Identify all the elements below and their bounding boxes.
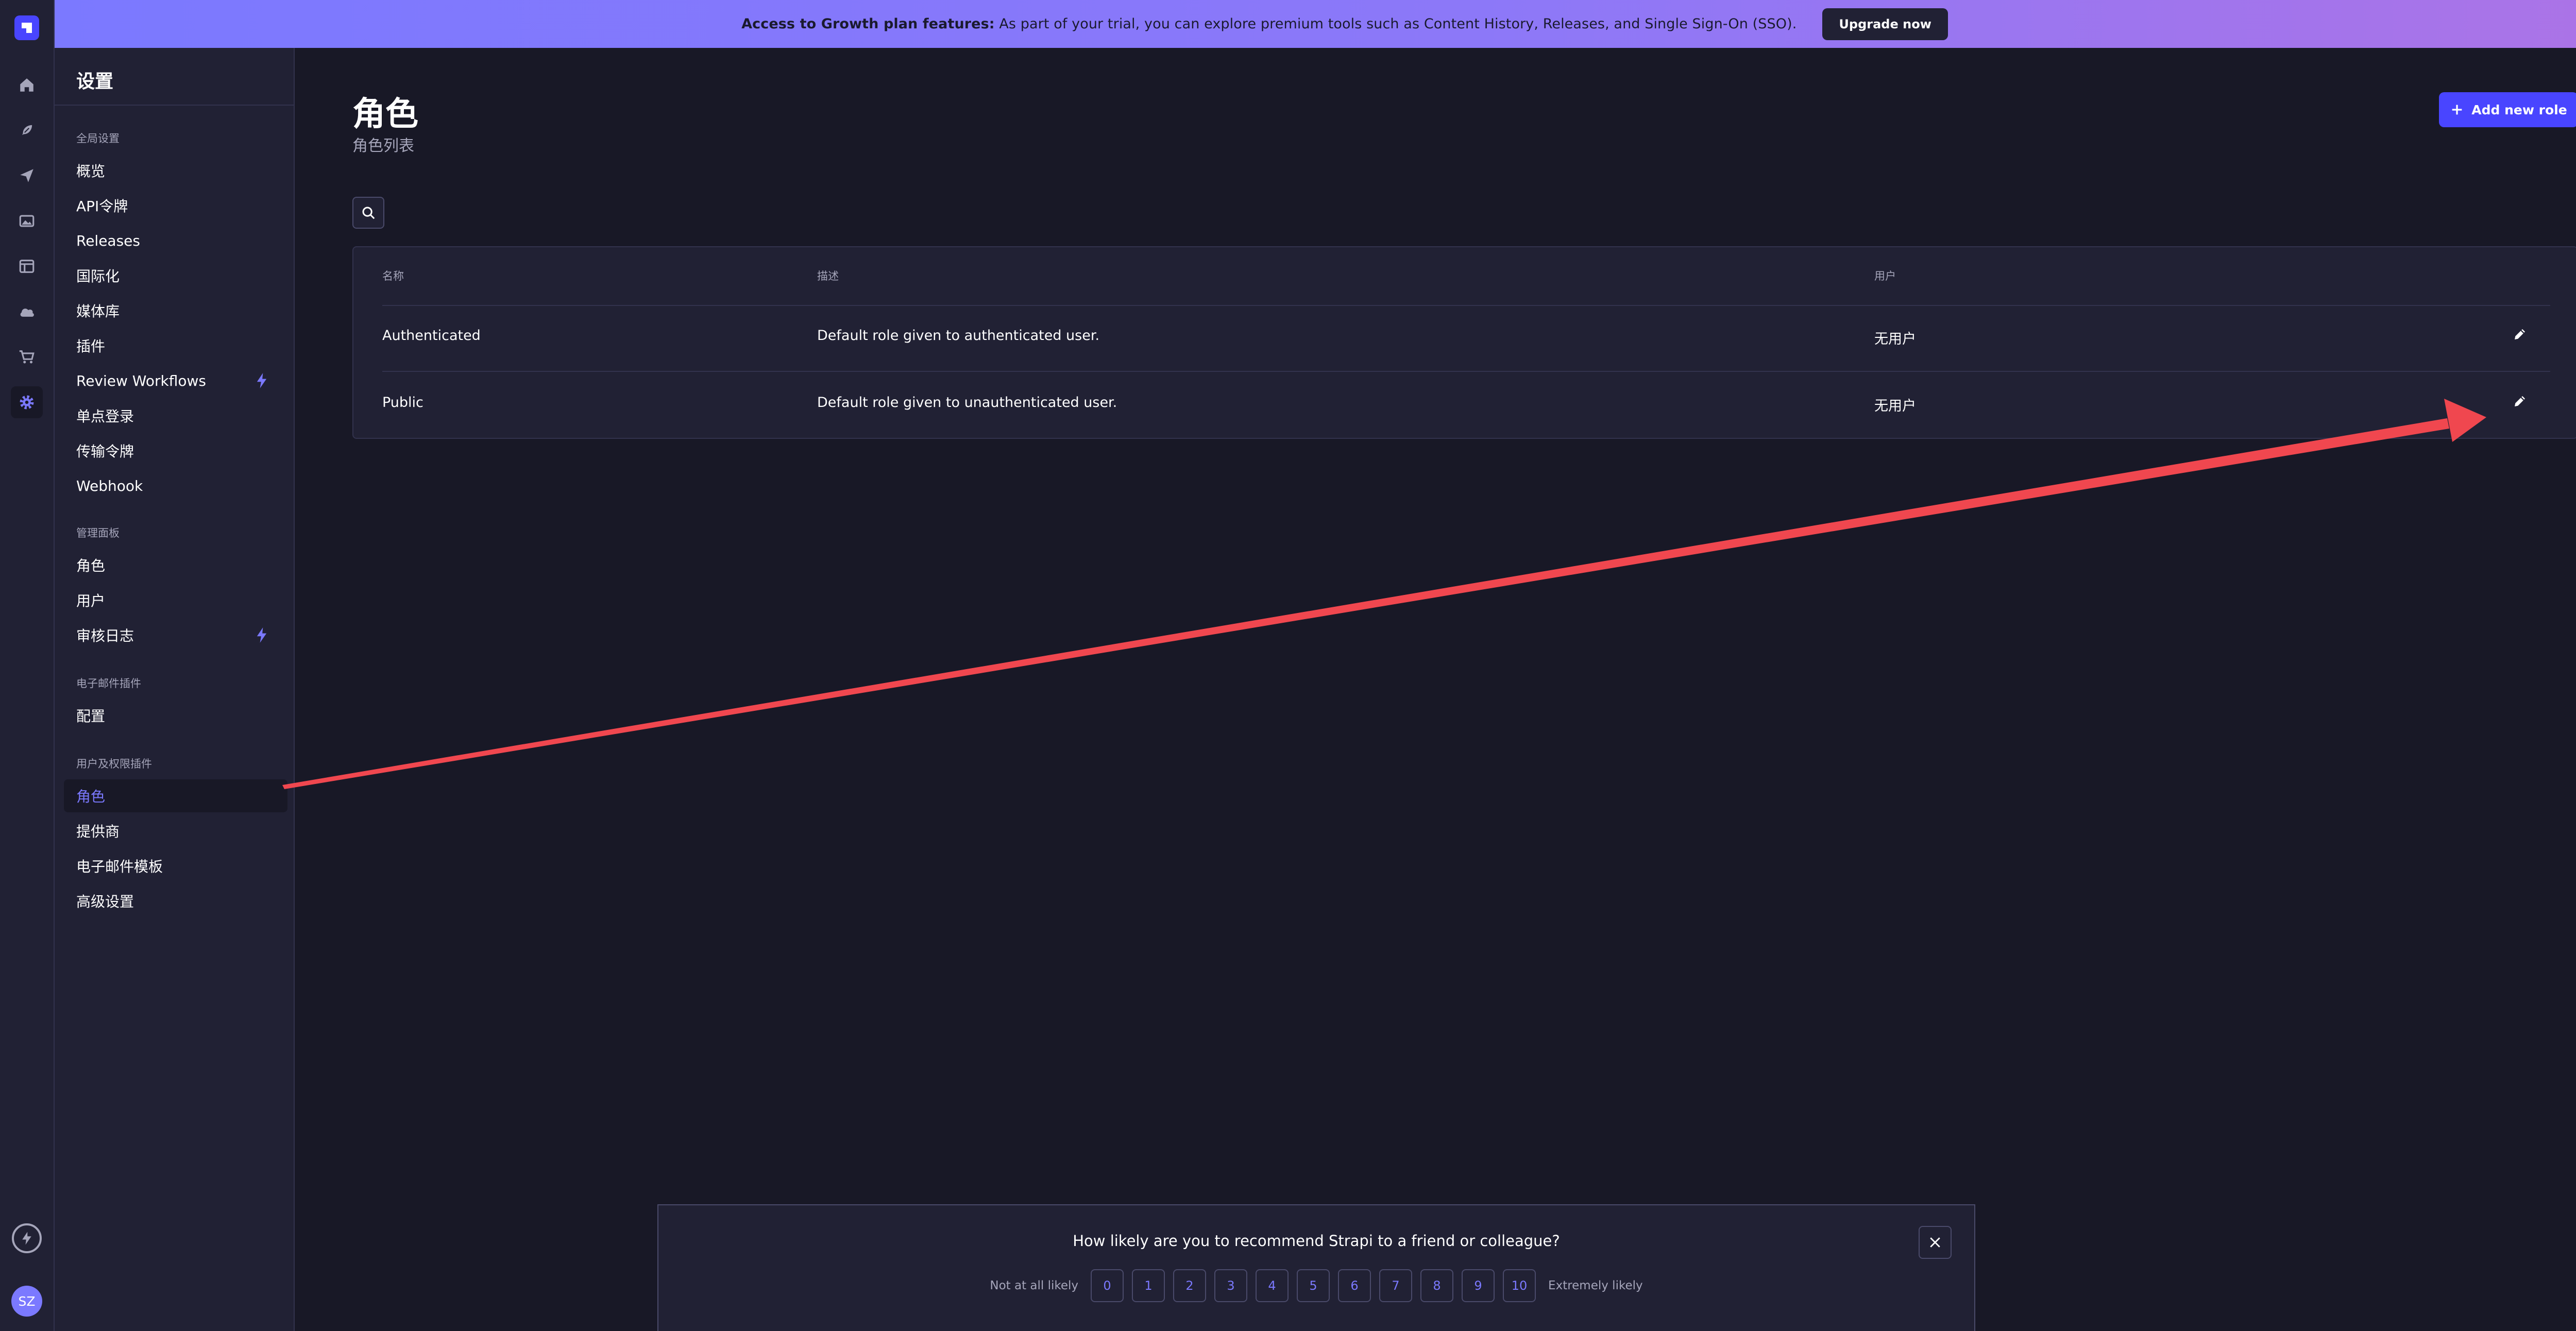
page-title: 角色 xyxy=(352,95,418,133)
score-button[interactable]: 2 xyxy=(1173,1269,1207,1302)
sidebar-item-overview[interactable]: 概览 xyxy=(76,160,105,181)
sidebar-item-audit-logs[interactable]: 审核日志 xyxy=(76,625,134,645)
sidebar-item-admin-roles[interactable]: 角色 xyxy=(76,555,105,575)
sidebar-item-transfer-tokens[interactable]: 传输令牌 xyxy=(76,440,134,461)
sidebar-item-advanced-settings[interactable]: 高级设置 xyxy=(76,891,134,911)
upgrade-now-button[interactable]: Upgrade now xyxy=(1822,8,1948,40)
score-button[interactable]: 1 xyxy=(1132,1269,1165,1302)
sidebar-item-releases[interactable]: Releases xyxy=(76,230,140,251)
trial-banner: Access to Growth plan features: As part … xyxy=(55,0,2576,48)
sidebar-item-sso[interactable]: 单点登录 xyxy=(76,405,134,426)
annotation-arrow xyxy=(282,399,2486,789)
sidebar-item-providers[interactable]: 提供商 xyxy=(76,821,120,841)
sidebar-item-media-library[interactable]: 媒体库 xyxy=(76,300,120,321)
survey-question: How likely are you to recommend Strapi t… xyxy=(1073,1232,1560,1250)
pencil-icon[interactable] xyxy=(2512,394,2528,409)
sidebar-section-global: 全局设置 xyxy=(76,132,120,145)
score-button[interactable]: 7 xyxy=(1379,1269,1413,1302)
close-button[interactable] xyxy=(1919,1226,1952,1259)
add-new-role-label: Add new role xyxy=(2471,102,2567,117)
survey-high-label: Extremely likely xyxy=(1548,1279,1643,1292)
survey-scale: Not at all likely 0 1 2 3 4 5 6 7 8 9 10… xyxy=(658,1269,1974,1302)
strapi-logo[interactable] xyxy=(14,15,39,40)
survey-low-label: Not at all likely xyxy=(990,1279,1079,1292)
avatar[interactable]: SZ xyxy=(11,1286,42,1317)
role-description: Default role given to authenticated user… xyxy=(817,328,1100,344)
close-icon xyxy=(1930,1237,1940,1248)
page-subtitle: 角色列表 xyxy=(352,137,414,155)
score-button[interactable]: 6 xyxy=(1338,1269,1371,1302)
sidebar-item-i18n[interactable]: 国际化 xyxy=(76,265,120,286)
cloud-icon[interactable] xyxy=(11,296,43,328)
sidebar-item-email-templates[interactable]: 电子邮件模板 xyxy=(76,856,163,876)
role-name: Public xyxy=(382,395,423,411)
table-divider xyxy=(382,305,2550,306)
role-users: 无用户 xyxy=(1874,331,1916,347)
score-button[interactable]: 8 xyxy=(1420,1269,1454,1302)
lightning-icon xyxy=(257,373,267,388)
sidebar-item-api-tokens[interactable]: API令牌 xyxy=(76,195,128,216)
add-new-role-button[interactable]: Add new role xyxy=(2439,92,2576,127)
search-icon xyxy=(362,207,375,219)
role-name: Authenticated xyxy=(382,328,481,344)
role-users: 无用户 xyxy=(1874,398,1916,414)
feather-icon[interactable] xyxy=(11,114,43,146)
image-icon[interactable] xyxy=(11,205,43,237)
role-description: Default role given to unauthenticated us… xyxy=(817,395,1117,411)
sidebar-section-email-plugin: 电子邮件插件 xyxy=(76,677,141,690)
score-button[interactable]: 3 xyxy=(1214,1269,1248,1302)
sidebar-item-webhook[interactable]: Webhook xyxy=(76,475,143,496)
sidebar-item-plugins[interactable]: 插件 xyxy=(76,335,105,356)
score-button[interactable]: 10 xyxy=(1503,1269,1536,1302)
plus-icon xyxy=(2452,105,2462,115)
table-divider xyxy=(382,371,2550,372)
banner-body-text: As part of your trial, you can explore p… xyxy=(994,16,1797,32)
pencil-icon[interactable] xyxy=(2512,327,2528,342)
score-button[interactable]: 4 xyxy=(1256,1269,1289,1302)
sidebar-item-review-workflows[interactable]: Review Workflows xyxy=(76,370,206,391)
column-header-description[interactable]: 描述 xyxy=(817,268,839,283)
sidebar-title: 设置 xyxy=(76,71,114,92)
lightning-icon xyxy=(257,627,267,643)
home-icon[interactable] xyxy=(11,69,43,101)
column-header-users[interactable]: 用户 xyxy=(1874,268,1896,283)
sidebar-section-admin-panel: 管理面板 xyxy=(76,527,120,539)
sidebar-item-users[interactable]: 用户 xyxy=(76,590,105,610)
lightning-upgrade-icon[interactable] xyxy=(12,1223,42,1253)
sidebar-section-users-permissions: 用户及权限插件 xyxy=(76,758,152,770)
score-button[interactable]: 9 xyxy=(1462,1269,1495,1302)
settings-sidebar: 设置 全局设置 概览 API令牌 Releases 国际化 媒体库 插件 Rev… xyxy=(55,48,295,1331)
sidebar-divider xyxy=(55,105,294,106)
sidebar-item-email-config[interactable]: 配置 xyxy=(76,705,105,726)
roles-table: 名称 描述 用户 Authenticated Default role give… xyxy=(352,246,2576,439)
banner-message: Access to Growth plan features: As part … xyxy=(741,16,1797,32)
column-header-name[interactable]: 名称 xyxy=(382,268,404,283)
paper-plane-icon[interactable] xyxy=(11,160,43,192)
score-button[interactable]: 0 xyxy=(1091,1269,1124,1302)
banner-bold-text: Access to Growth plan features: xyxy=(741,16,995,32)
nps-survey: How likely are you to recommend Strapi t… xyxy=(657,1204,1975,1331)
sidebar-item-up-roles[interactable]: 角色 xyxy=(76,786,105,806)
layout-icon[interactable] xyxy=(11,250,43,282)
gear-icon[interactable] xyxy=(11,386,43,418)
main-nav-rail: SZ xyxy=(0,0,55,1331)
cart-icon[interactable] xyxy=(11,341,43,373)
score-button[interactable]: 5 xyxy=(1297,1269,1330,1302)
search-button[interactable] xyxy=(352,197,384,229)
